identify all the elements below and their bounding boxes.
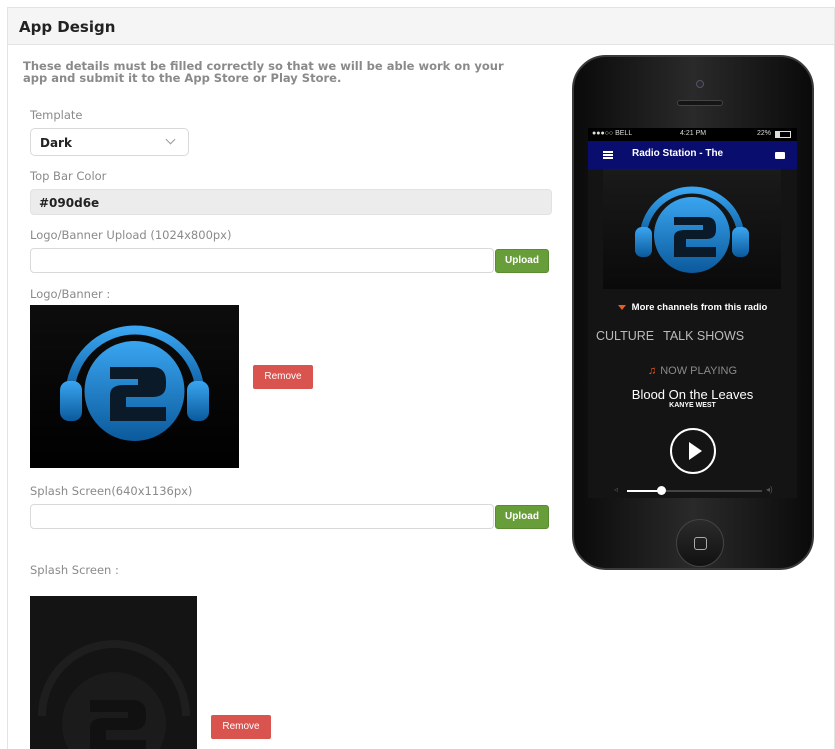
now-playing-label: ♫ NOW PLAYING (588, 365, 797, 377)
battery-text: 22% (756, 130, 771, 137)
play-icon (670, 428, 716, 474)
volume-low-icon: ◃ (614, 485, 619, 494)
caret-down-icon (617, 304, 626, 310)
more-channels-text: More channels from this radio (631, 302, 768, 313)
category-culture: CULTURE (596, 329, 655, 343)
phone-home-button (676, 519, 724, 567)
top-bar-color-input[interactable]: #090d6e (30, 189, 552, 215)
logo-preview-label: Logo/Banner : (30, 287, 111, 301)
battery-icon (775, 131, 791, 138)
phone-speaker (677, 100, 723, 106)
category-talk-shows: TALK SHOWS (663, 329, 745, 343)
template-select-value: Dark (40, 136, 72, 150)
chat-icon (775, 152, 785, 159)
splash-remove-button[interactable]: Remove (211, 715, 271, 739)
more-channels-link: More channels from this radio (588, 302, 797, 313)
headphones-logo-small (635, 186, 749, 273)
panel-header: App Design (8, 8, 834, 45)
phone-status-bar: ●●●○○ BELL 4:21 PM 22% (588, 128, 797, 141)
headphones-logo-faded (38, 640, 190, 749)
top-bar-color-value: #090d6e (39, 196, 100, 210)
logo-file-input[interactable] (30, 248, 494, 273)
phone-categories: CULTURE TALK SHOWS (596, 329, 791, 343)
logo-banner-image (30, 305, 239, 468)
chevron-down-icon (165, 134, 176, 145)
splash-upload-label: Splash Screen(640x1136px) (30, 484, 193, 498)
template-label: Template (30, 108, 83, 122)
volume-high-icon: ◂) (766, 485, 773, 494)
phone-app-art (603, 169, 781, 289)
splash-upload-button[interactable]: Upload (495, 505, 549, 529)
volume-slider-knob (656, 486, 666, 495)
music-note-icon: ♫ (647, 365, 657, 377)
logo-remove-button[interactable]: Remove (253, 365, 313, 389)
logo-upload-label: Logo/Banner Upload (1024x800px) (30, 228, 232, 242)
splash-screen-image (30, 596, 197, 749)
now-playing-text: NOW PLAYING (660, 365, 738, 377)
volume-slider-track (627, 490, 762, 492)
carrier-text: ●●●○○ BELL (592, 130, 633, 137)
status-time: 4:21 PM (680, 130, 707, 137)
phone-top-bar: Radio Station - The (588, 141, 797, 169)
top-bar-color-label: Top Bar Color (30, 169, 107, 183)
volume-slider-fill (627, 490, 661, 492)
phone-camera (696, 80, 704, 88)
intro-text: These details must be filled correctly s… (23, 59, 504, 85)
song-title: Blood On the Leaves (631, 387, 754, 402)
logo-upload-button[interactable]: Upload (495, 249, 549, 273)
hamburger-icon (603, 151, 613, 159)
phone-screen: ●●●○○ BELL 4:21 PM 22% Radio Station - T… (588, 128, 797, 498)
phone-top-bar-title: Radio Station - The (632, 148, 724, 159)
panel-title: App Design (19, 18, 116, 36)
splash-file-input[interactable] (30, 504, 494, 529)
headphones-logo (60, 325, 209, 441)
template-select[interactable]: Dark (30, 128, 189, 156)
artist-name: KANYE WEST (669, 402, 716, 409)
home-square-icon (694, 537, 707, 550)
splash-preview-label: Splash Screen : (30, 563, 119, 577)
